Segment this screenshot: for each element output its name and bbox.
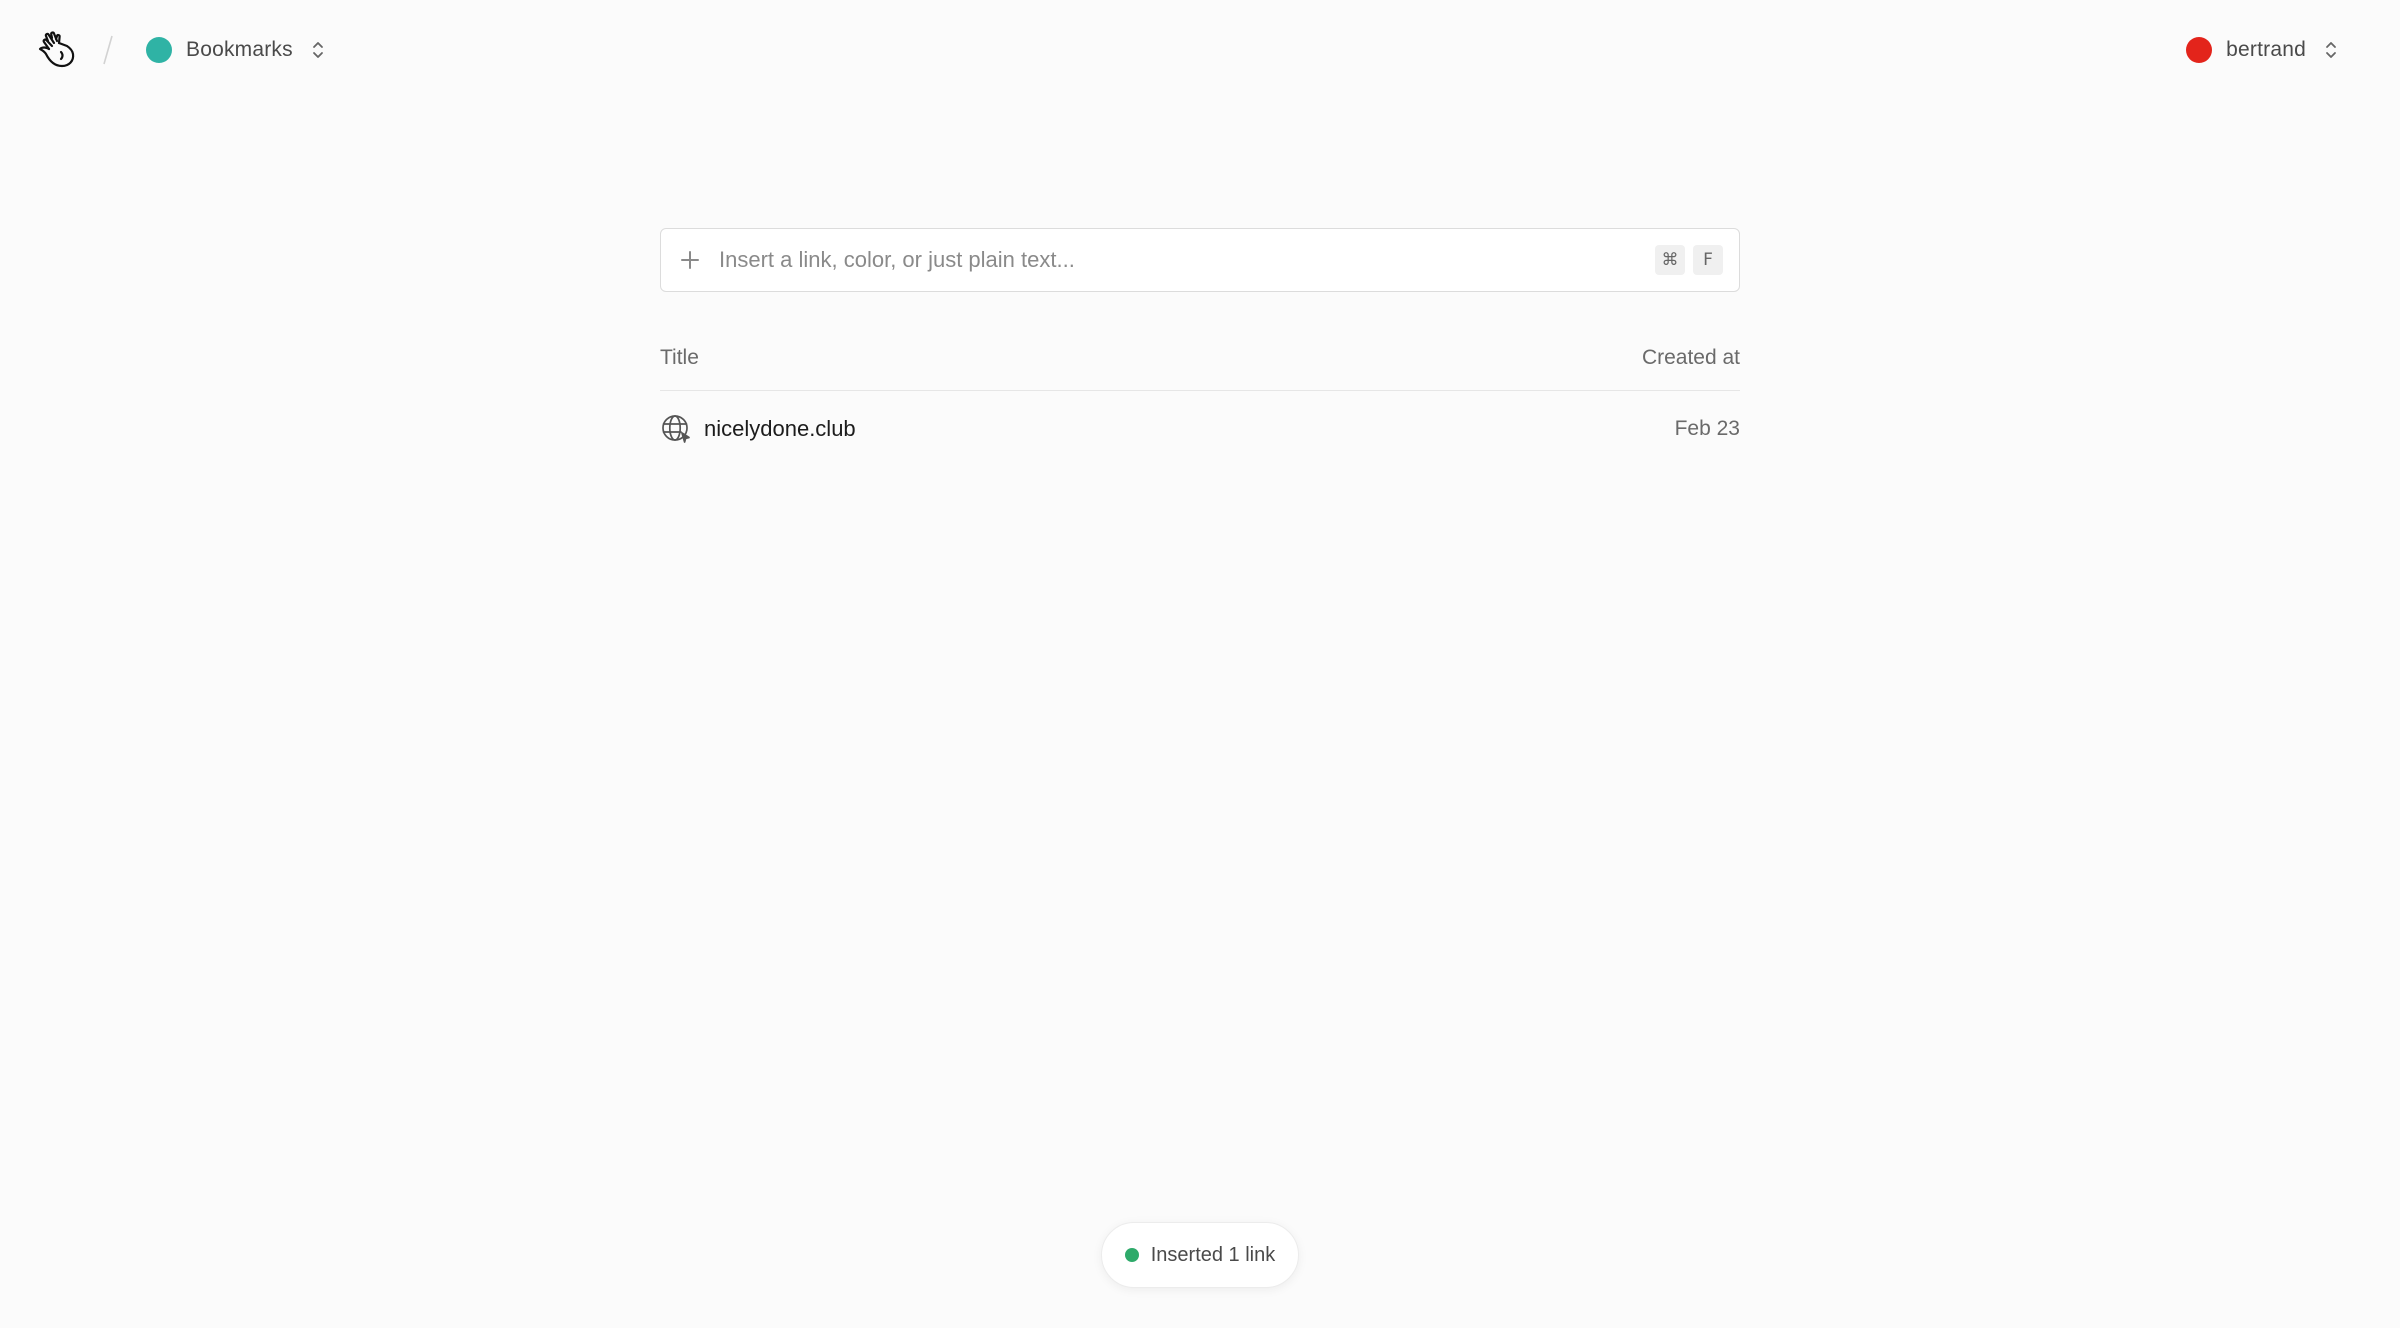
hand-wave-icon[interactable]	[36, 30, 78, 70]
user-switcher[interactable]: bertrand	[2186, 30, 2338, 70]
user-name: bertrand	[2226, 38, 2306, 61]
slash-divider-icon	[102, 32, 114, 68]
collection-switcher[interactable]: Bookmarks	[146, 30, 325, 70]
chevron-up-down-icon	[312, 42, 323, 58]
column-header-title[interactable]: Title	[660, 346, 699, 370]
globe-icon	[662, 415, 690, 443]
main-content: ⌘ F Title Created at nicelydone.club Feb…	[660, 228, 1740, 467]
toast-message: Inserted 1 link	[1150, 1243, 1276, 1266]
status-dot	[1124, 1248, 1139, 1262]
command-key: ⌘	[1655, 245, 1685, 275]
table-header: Title Created at	[660, 338, 1740, 391]
keyboard-shortcut: ⌘ F	[1655, 245, 1723, 275]
column-header-created-at[interactable]: Created at	[1642, 346, 1740, 370]
avatar	[2186, 37, 2213, 63]
row-created-at: Feb 23	[1674, 417, 1740, 440]
row-title[interactable]: nicelydone.club	[704, 416, 856, 442]
table-row[interactable]: nicelydone.club Feb 23	[660, 391, 1740, 467]
top-bar: Bookmarks bertrand	[0, 0, 2400, 100]
collection-color-dot	[146, 37, 172, 63]
f-key: F	[1693, 245, 1723, 275]
chevron-up-down-icon	[2326, 42, 2336, 58]
plus-icon[interactable]	[679, 249, 701, 271]
collection-name: Bookmarks	[186, 38, 293, 61]
row-title-cell: nicelydone.club	[660, 413, 856, 445]
insert-bar[interactable]: ⌘ F	[660, 228, 1740, 292]
toast-notification: Inserted 1 link	[1101, 1222, 1299, 1288]
insert-input[interactable]	[719, 240, 1655, 280]
